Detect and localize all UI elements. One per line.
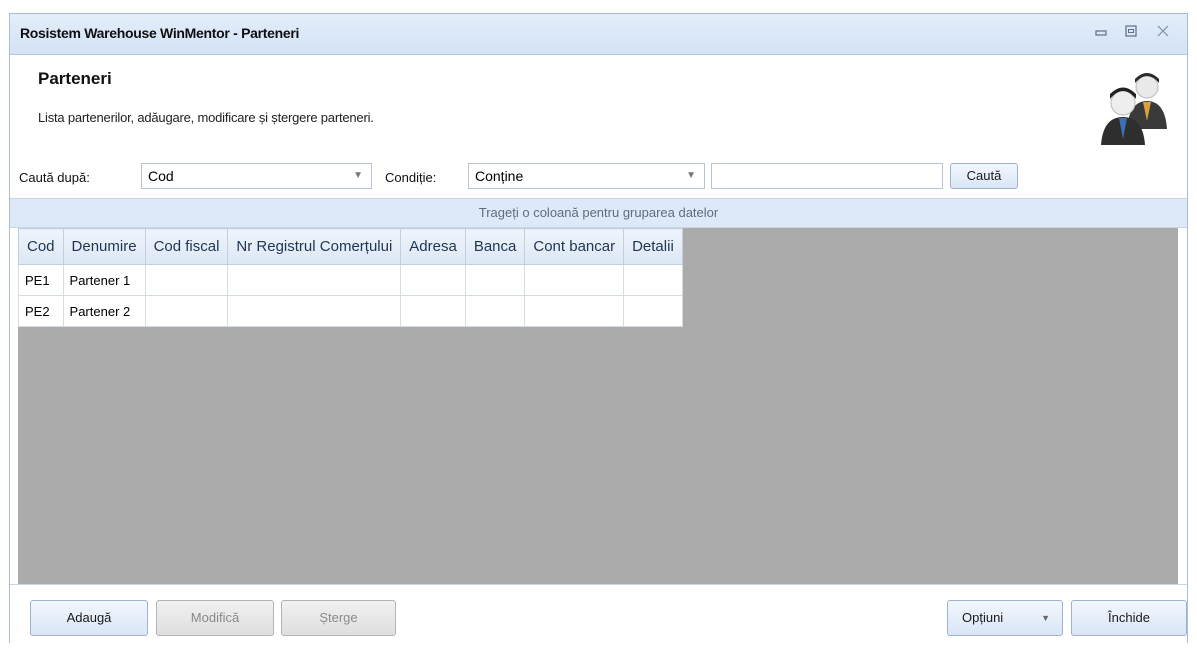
cell-detalii[interactable] (623, 295, 683, 327)
close-button[interactable]: Închide (1071, 600, 1187, 636)
cell-adresa[interactable] (400, 295, 466, 327)
cell-banca[interactable] (464, 264, 526, 296)
restore-icon[interactable] (1119, 22, 1143, 44)
column-header-nr-registrul-comertului[interactable]: Nr Registrul Comerțului (227, 228, 402, 265)
cell-nr-registrul-comertului[interactable] (227, 295, 402, 327)
cell-cod[interactable]: PE2 (18, 295, 64, 327)
column-header-cod[interactable]: Cod (18, 228, 64, 265)
minimize-icon[interactable] (1089, 22, 1113, 44)
modify-button[interactable]: Modifică (156, 600, 274, 636)
cell-nr-registrul-comertului[interactable] (227, 264, 402, 296)
column-header-detalii[interactable]: Detalii (623, 228, 683, 265)
column-header-cod-fiscal[interactable]: Cod fiscal (144, 228, 229, 265)
partners-table: Cod Denumire Cod fiscal Nr Registrul Com… (18, 228, 683, 327)
cell-denumire[interactable]: Partener 2 (62, 295, 146, 327)
title-bar[interactable]: Rosistem Warehouse WinMentor - Parteneri (10, 14, 1187, 55)
search-input[interactable] (711, 163, 943, 189)
window-title: Rosistem Warehouse WinMentor - Parteneri (20, 25, 300, 41)
search-by-value: Cod (148, 168, 174, 184)
cell-detalii[interactable] (623, 264, 683, 296)
cell-denumire[interactable]: Partener 1 (62, 264, 146, 296)
partners-avatar-icon (1101, 73, 1167, 145)
condition-value: Conține (475, 168, 524, 184)
close-icon[interactable] (1151, 22, 1175, 44)
search-toolbar: Caută după: Cod ▼ Condiție: Conține ▼ Ca… (10, 161, 1187, 197)
chevron-down-icon: ▼ (353, 170, 363, 181)
column-header-denumire[interactable]: Denumire (62, 228, 146, 265)
column-header-adresa[interactable]: Adresa (400, 228, 466, 265)
partners-grid: Cod Denumire Cod fiscal Nr Registrul Com… (18, 228, 1178, 584)
page-title: Parteneri (38, 69, 112, 88)
cell-cod-fiscal[interactable] (144, 264, 229, 296)
page-header: Parteneri Lista partenerilor, adăugare, … (10, 55, 1187, 163)
condition-label: Condiție: (385, 170, 437, 185)
table-row[interactable]: PE1 Partener 1 (18, 264, 683, 296)
action-bar: Adaugă Modifică Șterge Opțiuni ▼ Închide (10, 584, 1187, 645)
cell-banca[interactable] (464, 295, 526, 327)
group-by-panel[interactable]: Trageți o coloană pentru gruparea datelo… (10, 198, 1187, 228)
condition-dropdown[interactable]: Conține ▼ (468, 163, 705, 189)
delete-button[interactable]: Șterge (281, 600, 396, 636)
options-button[interactable]: Opțiuni ▼ (947, 600, 1063, 636)
page-subtitle: Lista partenerilor, adăugare, modificare… (38, 110, 374, 125)
search-button[interactable]: Caută (950, 163, 1018, 189)
add-button[interactable]: Adaugă (30, 600, 148, 636)
grid-header-row: Cod Denumire Cod fiscal Nr Registrul Com… (18, 228, 683, 265)
app-window: Rosistem Warehouse WinMentor - Parteneri… (9, 13, 1188, 645)
options-label: Opțiuni (962, 610, 1004, 625)
cell-cod[interactable]: PE1 (18, 264, 64, 296)
chevron-down-icon: ▼ (1041, 613, 1050, 623)
cell-cont-bancar[interactable] (524, 295, 625, 327)
chevron-down-icon: ▼ (686, 170, 696, 181)
search-by-label: Caută după: (19, 170, 90, 185)
cell-adresa[interactable] (400, 264, 466, 296)
column-header-banca[interactable]: Banca (464, 228, 526, 265)
table-row[interactable]: PE2 Partener 2 (18, 295, 683, 327)
cell-cont-bancar[interactable] (524, 264, 625, 296)
search-by-dropdown[interactable]: Cod ▼ (141, 163, 372, 189)
column-header-cont-bancar[interactable]: Cont bancar (524, 228, 625, 265)
cell-cod-fiscal[interactable] (144, 295, 229, 327)
